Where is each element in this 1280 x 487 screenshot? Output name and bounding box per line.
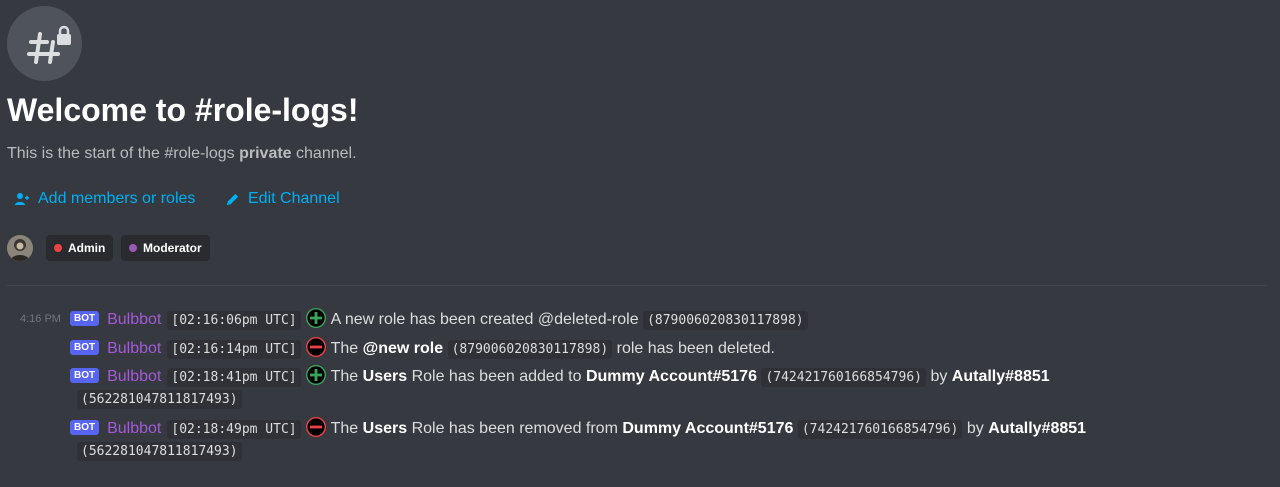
- divider: [7, 285, 1267, 286]
- bot-tag: BOT: [70, 420, 100, 435]
- message-text-prefix: The: [330, 340, 359, 357]
- role-label: Admin: [68, 241, 106, 255]
- message-3: BOT Bulbbot [02:18:41pm UTC] The Users Role…: [70, 364, 1050, 389]
- message-2: BOT Bulbbot [02:16:14pm UTC] The @new role …: [70, 336, 775, 361]
- avatar-image: [7, 235, 33, 261]
- log-timestamp: [02:16:14pm UTC]: [167, 340, 301, 359]
- moderator-name: Autally#8851: [988, 420, 1087, 437]
- plus-circle-icon: [305, 308, 326, 328]
- message-text-mid: Role has been removed from: [411, 420, 618, 437]
- description-suffix: channel.: [296, 145, 357, 162]
- message-text-suffix: role has been deleted.: [616, 340, 775, 357]
- user-name: Dummy Account#5176: [585, 368, 757, 385]
- role-name: Users: [362, 420, 408, 437]
- add-members-label: Add members or roles: [38, 190, 196, 207]
- message-3-continued: (562281047811817493): [77, 388, 242, 411]
- channel-description: This is the start of the #role-logs priv…: [7, 145, 357, 163]
- role-id-code: (879006020830117898): [447, 340, 613, 359]
- message-4: BOT Bulbbot [02:18:49pm UTC] The Users Role…: [70, 416, 1086, 441]
- log-timestamp: [02:18:41pm UTC]: [167, 368, 301, 387]
- pencil-icon: [226, 193, 239, 205]
- author-name[interactable]: Bulbbot: [107, 368, 161, 385]
- user-name: Dummy Account#5176: [622, 420, 794, 437]
- role-name: Users: [362, 368, 408, 385]
- role-color-dot: [54, 244, 62, 252]
- message-timestamp[interactable]: 4:16 PM: [20, 313, 61, 325]
- minus-circle-icon: [305, 337, 326, 357]
- edit-channel-label: Edit Channel: [248, 190, 340, 207]
- message-text-mid: Role has been added to: [411, 368, 582, 385]
- by-text: by: [930, 368, 948, 385]
- moderator-name: Autally#8851: [951, 368, 1050, 385]
- message-1: BOT Bulbbot [02:16:06pm UTC] A new role has…: [70, 307, 808, 332]
- role-pill-moderator[interactable]: Moderator: [121, 235, 210, 261]
- channel-icon: [7, 6, 82, 81]
- plus-circle-icon: [305, 365, 326, 385]
- bot-tag: BOT: [70, 340, 100, 355]
- message-text-prefix: The: [330, 368, 359, 385]
- log-timestamp: [02:18:49pm UTC]: [167, 420, 301, 439]
- moderator-id-code: (562281047811817493): [77, 442, 242, 461]
- author-name[interactable]: Bulbbot: [107, 420, 161, 437]
- author-name[interactable]: Bulbbot: [107, 340, 161, 357]
- log-timestamp: [02:16:06pm UTC]: [167, 311, 301, 330]
- message-text: A new role has been created @deleted-rol…: [330, 311, 639, 328]
- page-title: Welcome to #role-logs!: [7, 92, 359, 128]
- hash-lock-icon: [27, 25, 71, 64]
- edit-channel-button[interactable]: Edit Channel: [225, 188, 340, 210]
- description-prefix: This is the start of the #role-logs: [7, 145, 235, 162]
- bot-tag: BOT: [70, 311, 100, 326]
- user-id-code: (742421760166854796): [761, 368, 926, 387]
- message-4-continued: (562281047811817493): [77, 440, 242, 463]
- role-id-code: (879006020830117898): [643, 311, 808, 330]
- user-id-code: (742421760166854796): [797, 420, 963, 439]
- message-text-prefix: The: [330, 420, 359, 437]
- by-text: by: [966, 420, 984, 437]
- minus-circle-icon: [305, 417, 326, 437]
- avatar[interactable]: [7, 235, 33, 261]
- add-user-icon: [15, 193, 29, 205]
- role-color-dot: [129, 244, 137, 252]
- add-members-button[interactable]: Add members or roles: [14, 188, 195, 210]
- role-label: Moderator: [143, 241, 202, 255]
- description-private: private: [239, 145, 292, 162]
- role-mention: @new role: [362, 340, 444, 357]
- moderator-id-code: (562281047811817493): [77, 390, 242, 409]
- bot-tag: BOT: [70, 368, 100, 383]
- author-name[interactable]: Bulbbot: [107, 311, 161, 328]
- role-pill-admin[interactable]: Admin: [46, 235, 114, 261]
